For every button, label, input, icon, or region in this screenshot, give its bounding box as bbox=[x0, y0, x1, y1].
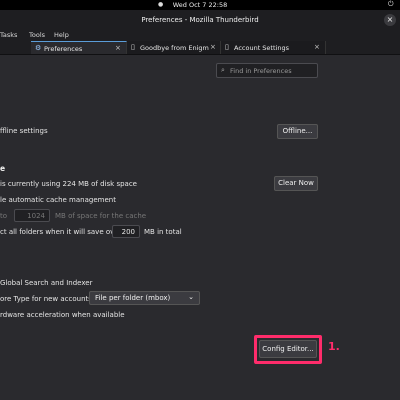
gear-icon: ⚙ bbox=[35, 44, 42, 52]
system-top-bar: ● Wed Oct 7 22:58 ⏻ bbox=[0, 0, 400, 10]
menu-bar: Tasks Tools Help bbox=[0, 30, 400, 41]
chevron-down-icon: ⌄ bbox=[188, 293, 194, 301]
step-annotation: 1. bbox=[328, 340, 340, 353]
search-input[interactable]: ⌕ Find in Preferences bbox=[216, 63, 318, 78]
clear-now-button[interactable]: Clear Now bbox=[274, 176, 318, 191]
search-placeholder: Find in Preferences bbox=[230, 67, 292, 75]
cache-header: e bbox=[0, 164, 6, 173]
message-store-select[interactable]: File per folder (mbox) ⌄ bbox=[89, 291, 200, 305]
tab-account-settings[interactable]: ▯ Account Settings × bbox=[221, 41, 326, 54]
global-search-label[interactable]: Global Search and Indexer bbox=[0, 279, 92, 287]
window-title: Preferences - Mozilla Thunderbird bbox=[141, 16, 259, 24]
highlight-box bbox=[254, 335, 322, 364]
compact-suffix: MB in total bbox=[144, 228, 182, 236]
offline-label: ffline settings bbox=[0, 127, 48, 135]
search-icon: ⌕ bbox=[221, 66, 225, 74]
offline-button[interactable]: Offline... bbox=[277, 124, 318, 139]
power-icon[interactable]: ⏻ bbox=[388, 0, 394, 9]
menu-tools[interactable]: Tools bbox=[29, 31, 45, 39]
cache-limit-input[interactable]: 1024 bbox=[14, 209, 50, 222]
document-icon: ▯ bbox=[225, 43, 229, 51]
compact-folders-label[interactable]: ct all folders when it will save over bbox=[0, 228, 121, 236]
window-title-bar: Preferences - Mozilla Thunderbird × bbox=[0, 10, 400, 31]
message-store-label: ore Type for new accounts: bbox=[0, 295, 95, 303]
cache-limit-prefix: to bbox=[0, 212, 8, 220]
window-close-button[interactable]: × bbox=[384, 14, 396, 26]
compact-threshold-input[interactable]: 200 bbox=[112, 225, 140, 238]
close-icon[interactable]: × bbox=[115, 44, 121, 52]
system-clock: Wed Oct 7 22:58 bbox=[172, 1, 228, 9]
tab-label: Preferences bbox=[44, 45, 83, 53]
tab-bar: ⚙ Preferences × ▯ Goodbye from Enigm × ▯… bbox=[0, 41, 400, 55]
menu-help[interactable]: Help bbox=[54, 31, 69, 39]
close-icon[interactable]: × bbox=[314, 43, 320, 51]
cache-usage-text: is currently using 224 MB of disk space bbox=[0, 180, 137, 188]
compact-threshold-value: 200 bbox=[121, 228, 135, 236]
cache-limit-suffix: MB of space for the cache bbox=[55, 212, 147, 220]
tab-goodbye[interactable]: ▯ Goodbye from Enigm × bbox=[127, 41, 221, 54]
hardware-acceleration-label[interactable]: rdware acceleration when available bbox=[0, 311, 125, 319]
cache-limit-value: 1024 bbox=[27, 212, 45, 220]
tab-label: Account Settings bbox=[234, 44, 289, 52]
tab-preferences[interactable]: ⚙ Preferences × bbox=[31, 41, 127, 54]
close-icon[interactable]: × bbox=[210, 43, 216, 51]
document-icon: ▯ bbox=[131, 43, 135, 51]
menu-tasks[interactable]: Tasks bbox=[0, 31, 17, 39]
message-store-value: File per folder (mbox) bbox=[95, 294, 171, 302]
tab-label: Goodbye from Enigm bbox=[140, 44, 209, 52]
override-cache-label[interactable]: le automatic cache management bbox=[0, 196, 116, 204]
